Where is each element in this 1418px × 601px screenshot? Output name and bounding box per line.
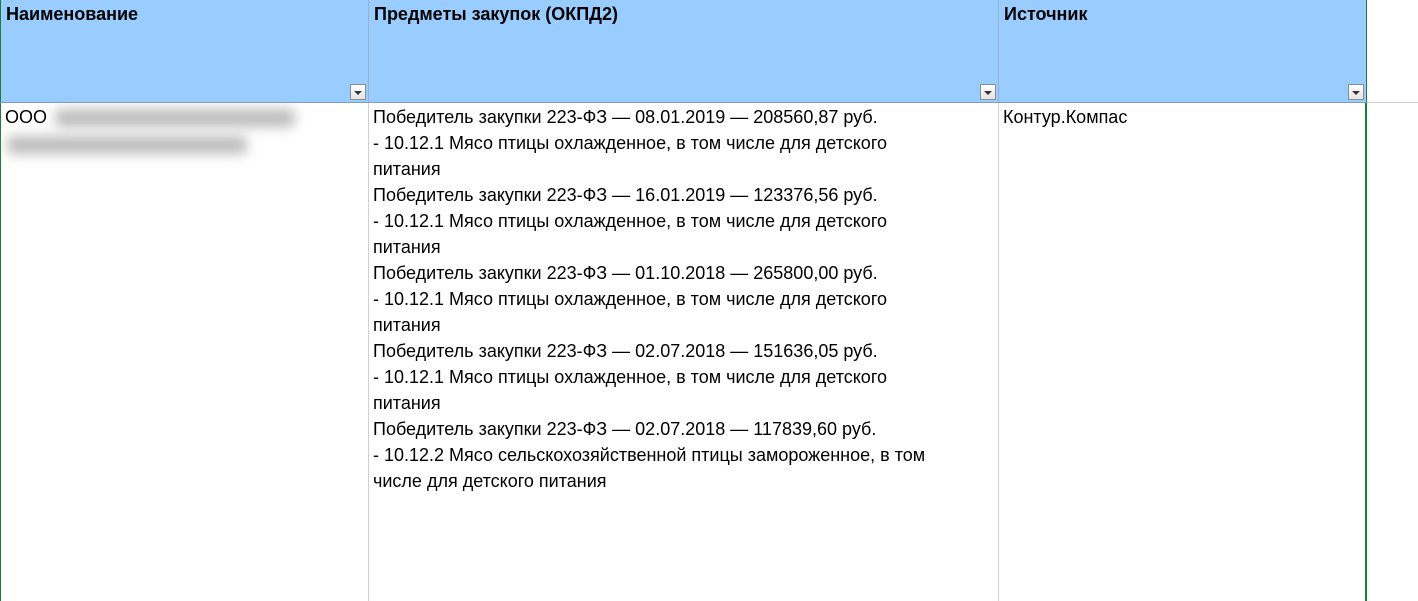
column-header-name[interactable]: Наименование [0, 0, 369, 102]
procurement-item-line: питания [373, 393, 441, 413]
procurement-item-line: питания [373, 237, 441, 257]
procurement-winner-line: Победитель закупки 223-ФЗ — 16.01.2019 —… [373, 185, 878, 205]
header-row: Наименование Предметы закупок (ОКПД2) Ис… [0, 0, 1367, 103]
company-prefix: ООО [5, 107, 48, 127]
procurement-winner-line: Победитель закупки 223-ФЗ — 08.01.2019 —… [373, 107, 878, 127]
cell-company-name[interactable]: ООО [0, 103, 369, 601]
procurement-item-line: - 10.12.1 Мясо птицы охлажденное, в том … [373, 367, 888, 387]
column-header-label: Наименование [6, 4, 139, 24]
procurement-winner-line: Победитель закупки 223-ФЗ — 02.07.2018 —… [373, 419, 877, 439]
procurement-item-line: - 10.12.2 Мясо сельскохозяйственной птиц… [373, 445, 926, 465]
redacted-name [55, 109, 296, 128]
cell-procurement-items[interactable]: Победитель закупки 223-ФЗ — 08.01.2019 —… [369, 103, 999, 601]
procurement-item-line: - 10.12.1 Мясо птицы охлажденное, в том … [373, 289, 888, 309]
grid-line [1367, 102, 1418, 103]
procurement-item-line: питания [373, 315, 441, 335]
source-text: Контур.Компас [1003, 107, 1128, 127]
redacted-name-line2 [7, 136, 247, 154]
filter-dropdown-icon[interactable] [980, 84, 996, 100]
procurement-item-line: питания [373, 159, 441, 179]
procurement-entries: Победитель закупки 223-ФЗ — 08.01.2019 —… [373, 104, 994, 494]
spreadsheet: Наименование Предметы закупок (ОКПД2) Ис… [0, 0, 1418, 601]
column-header-source[interactable]: Источник [999, 0, 1367, 102]
column-header-label: Предметы закупок (ОКПД2) [374, 4, 619, 24]
filter-dropdown-icon[interactable] [1348, 84, 1364, 100]
cell-source[interactable]: Контур.Компас [999, 103, 1367, 601]
empty-column[interactable] [1367, 0, 1418, 601]
procurement-winner-line: Победитель закупки 223-ФЗ — 01.10.2018 —… [373, 263, 878, 283]
procurement-item-line: числе для детского питания [373, 471, 607, 491]
procurement-winner-line: Победитель закупки 223-ФЗ — 02.07.2018 —… [373, 341, 878, 361]
filter-dropdown-icon[interactable] [350, 84, 366, 100]
procurement-item-line: - 10.12.1 Мясо птицы охлажденное, в том … [373, 133, 888, 153]
column-header-label: Источник [1004, 4, 1088, 24]
table-row: ООО Победитель закупки 223-ФЗ — 08.01.20… [0, 103, 1367, 601]
procurement-item-line: - 10.12.1 Мясо птицы охлажденное, в том … [373, 211, 888, 231]
column-header-okpd2[interactable]: Предметы закупок (ОКПД2) [369, 0, 999, 102]
